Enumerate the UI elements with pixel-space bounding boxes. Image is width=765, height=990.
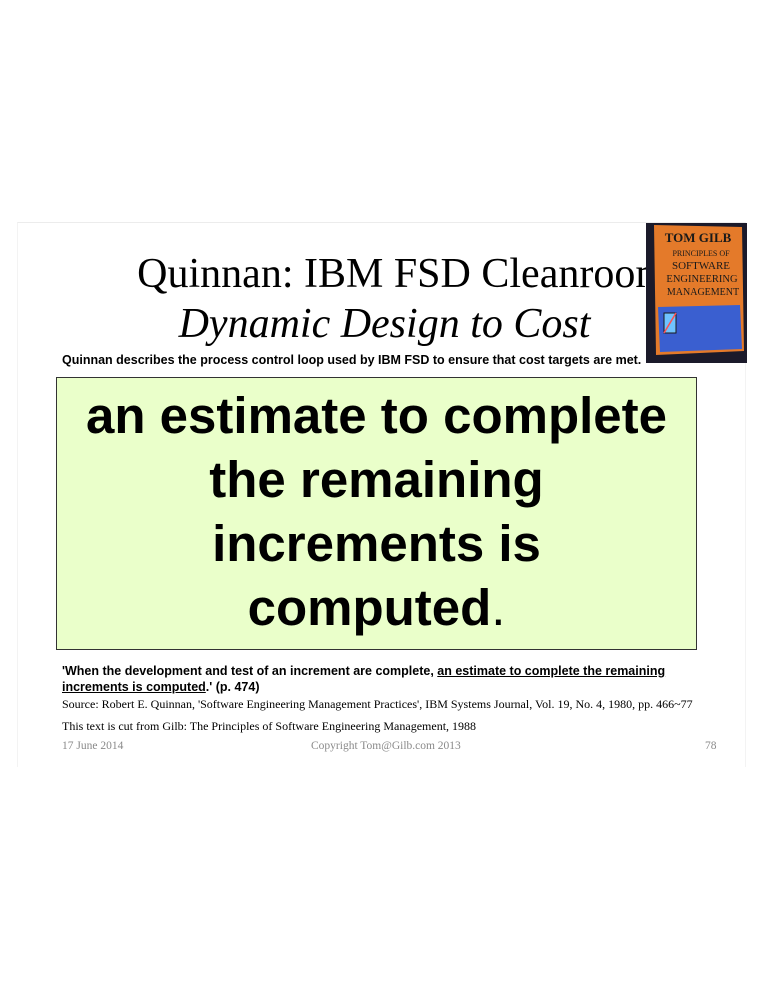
callout-line: the remaining <box>209 451 544 508</box>
book-cover-image: TOM GILB PRINCIPLES OF SOFTWARE ENGINEER… <box>646 223 747 363</box>
footer-date: 17 June 2014 <box>62 740 124 752</box>
footer-copyright: Copyright Tom@Gilb.com 2013 <box>311 740 461 752</box>
callout-line: an estimate to complete <box>86 387 667 444</box>
book-title-3: ENGINEERING <box>666 274 738 285</box>
slide-title-italic: Dynamic Design to Cost <box>178 301 591 347</box>
slide: Quinnan: IBM FSD Cleanroom Dynamic Desig… <box>17 222 747 767</box>
callout-period: . <box>491 579 506 636</box>
callout-line: computed. <box>57 576 696 640</box>
callout-box: an estimate to complete the remaining in… <box>56 377 697 650</box>
quote-lead: 'When the development and test of an inc… <box>62 664 438 678</box>
quote-text: 'When the development and test of an inc… <box>62 663 702 695</box>
source-citation: Source: Robert E. Quinnan, 'Software Eng… <box>62 697 693 711</box>
book-title-4: MANAGEMENT <box>667 287 739 298</box>
book-title-2: SOFTWARE <box>672 260 730 272</box>
callout-word: computed <box>247 579 492 636</box>
book-title-1: PRINCIPLES OF <box>672 249 730 258</box>
quote-tail: .' (p. 474) <box>205 680 260 694</box>
callout-line: increments is <box>212 515 541 572</box>
slide-title: Quinnan: IBM FSD Cleanroom <box>137 251 668 297</box>
slide-subtitle: Quinnan describes the process control lo… <box>62 353 642 367</box>
footer-page-number: 78 <box>705 740 717 752</box>
book-author: TOM GILB <box>665 230 732 245</box>
cut-note: This text is cut from Gilb: The Principl… <box>62 719 477 733</box>
